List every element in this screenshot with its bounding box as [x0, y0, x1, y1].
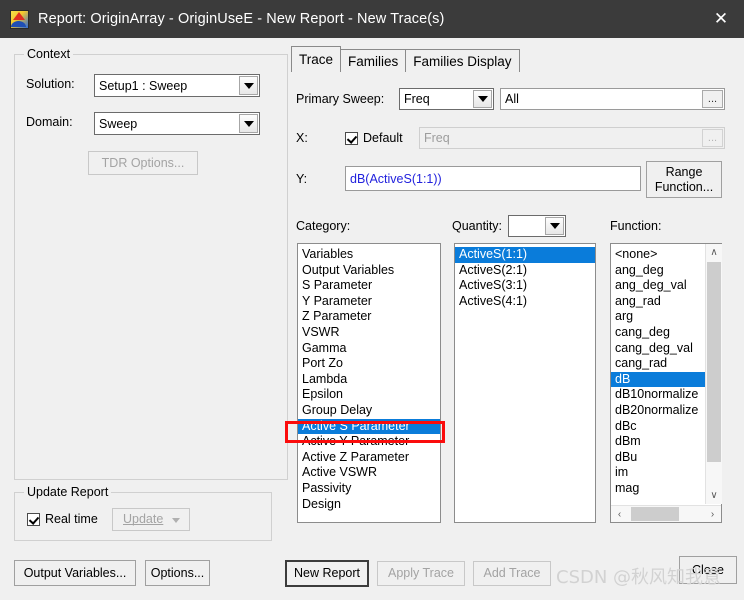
hfss-report-icon [10, 9, 29, 29]
primary-sweep-label: Primary Sweep: [296, 92, 385, 106]
primary-sweep-value: Freq [404, 92, 430, 106]
list-item[interactable]: Design [298, 497, 440, 513]
checkbox-check-icon [345, 131, 358, 145]
horizontal-scroll-thumb[interactable] [631, 507, 679, 521]
vertical-scroll-thumb[interactable] [707, 262, 721, 462]
add-trace-button: Add Trace [473, 561, 551, 586]
primary-sweep-combo[interactable]: Freq [399, 88, 494, 110]
domain-combo-value: Sweep [99, 116, 138, 131]
solution-label: Solution: [26, 77, 75, 91]
category-listbox[interactable]: Variables Output Variables S Parameter Y Pa… [297, 243, 441, 523]
update-report-group-label: Update Report [24, 485, 112, 499]
new-report-button[interactable]: New Report [285, 560, 369, 587]
list-item[interactable]: Output Variables [298, 263, 440, 279]
range-function-line2: Function... [654, 179, 714, 194]
checkbox-check-icon [27, 512, 40, 526]
chevron-down-icon[interactable] [545, 217, 564, 235]
list-item[interactable]: Active Z Parameter [298, 450, 440, 466]
quantity-combo[interactable] [508, 215, 566, 237]
list-item[interactable]: Group Delay [298, 403, 440, 419]
window-title: Report: OriginArray - OriginUseE - New R… [38, 11, 445, 27]
list-item[interactable]: ActiveS(3:1) [455, 278, 595, 294]
tab-trace[interactable]: Trace [291, 46, 342, 72]
list-item[interactable]: Active S Parameter [298, 418, 440, 435]
list-item[interactable]: Active Y Parameter [298, 434, 440, 450]
function-list-horizontal-scrollbar[interactable]: ‹ › [611, 505, 721, 522]
category-label: Category: [296, 219, 351, 233]
list-item[interactable]: Epsilon [298, 387, 440, 403]
chevron-down-icon [172, 518, 180, 523]
primary-sweep-range-browse-button[interactable]: ... [702, 90, 723, 108]
y-expression-value: dB(ActiveS(1:1)) [350, 171, 442, 186]
x-default-label: Default [363, 131, 403, 145]
list-item[interactable]: Z Parameter [298, 309, 440, 325]
scroll-up-icon[interactable]: ∧ [706, 244, 722, 261]
list-item[interactable]: VSWR [298, 325, 440, 341]
quantity-listbox[interactable]: ActiveS(1:1) ActiveS(2:1) ActiveS(3:1) Acti… [454, 243, 596, 523]
x-value: Freq [424, 131, 450, 145]
list-item[interactable]: Port Zo [298, 356, 440, 372]
chevron-down-icon[interactable] [473, 90, 492, 108]
context-group-label: Context [24, 47, 74, 61]
quantity-label: Quantity: [452, 219, 503, 233]
function-label: Function: [610, 219, 662, 233]
close-window-icon[interactable]: ✕ [698, 0, 744, 38]
range-function-button[interactable]: Range Function... [646, 161, 722, 198]
list-item[interactable]: Active VSWR [298, 465, 440, 481]
x-label: X: [296, 131, 308, 145]
domain-combo[interactable]: Sweep [94, 112, 260, 135]
tdr-options-button: TDR Options... [88, 151, 198, 175]
list-item[interactable]: S Parameter [298, 278, 440, 294]
list-item[interactable]: ActiveS(4:1) [455, 294, 595, 310]
tab-families-display[interactable]: Families Display [405, 49, 520, 72]
list-item[interactable]: Variables [298, 247, 440, 263]
domain-label: Domain: [26, 115, 73, 129]
x-browse-button: ... [702, 129, 723, 147]
primary-sweep-range-field[interactable]: All ... [500, 88, 725, 110]
update-button-label: Update [123, 512, 164, 527]
options-button[interactable]: Options... [145, 560, 210, 586]
title-bar: Report: OriginArray - OriginUseE - New R… [0, 0, 744, 38]
list-item[interactable]: Y Parameter [298, 294, 440, 310]
y-label: Y: [296, 172, 308, 186]
realtime-checkbox[interactable]: Real time [27, 512, 98, 526]
list-item[interactable]: ActiveS(1:1) [455, 247, 595, 263]
scroll-right-icon[interactable]: › [704, 506, 721, 523]
range-function-line1: Range [665, 165, 703, 180]
list-item[interactable]: Passivity [298, 481, 440, 497]
realtime-label: Real time [45, 512, 98, 526]
tab-families[interactable]: Families [340, 49, 407, 72]
scroll-down-icon[interactable]: ∨ [706, 487, 722, 504]
list-item[interactable]: ActiveS(2:1) [455, 263, 595, 279]
csdn-watermark: CSDN @秋风知我意 [556, 567, 722, 588]
list-item[interactable]: Lambda [298, 372, 440, 388]
x-default-checkbox[interactable]: Default [345, 131, 403, 145]
apply-trace-button: Apply Trace [377, 561, 465, 586]
output-variables-button[interactable]: Output Variables... [14, 560, 136, 586]
scroll-left-icon[interactable]: ‹ [611, 506, 628, 523]
function-list-vertical-scrollbar[interactable]: ∧ ∨ [705, 244, 722, 504]
list-item[interactable]: Gamma [298, 341, 440, 357]
solution-combo[interactable]: Setup1 : Sweep [94, 74, 260, 97]
update-button: Update [112, 508, 190, 531]
y-expression-field[interactable]: dB(ActiveS(1:1)) [345, 166, 641, 191]
x-value-field: Freq ... [419, 127, 725, 149]
solution-combo-value: Setup1 : Sweep [99, 78, 188, 93]
chevron-down-icon[interactable] [239, 76, 258, 95]
primary-sweep-range-value: All [505, 92, 519, 106]
tab-strip: Trace Families Families Display [291, 46, 520, 72]
chevron-down-icon[interactable] [239, 114, 258, 133]
